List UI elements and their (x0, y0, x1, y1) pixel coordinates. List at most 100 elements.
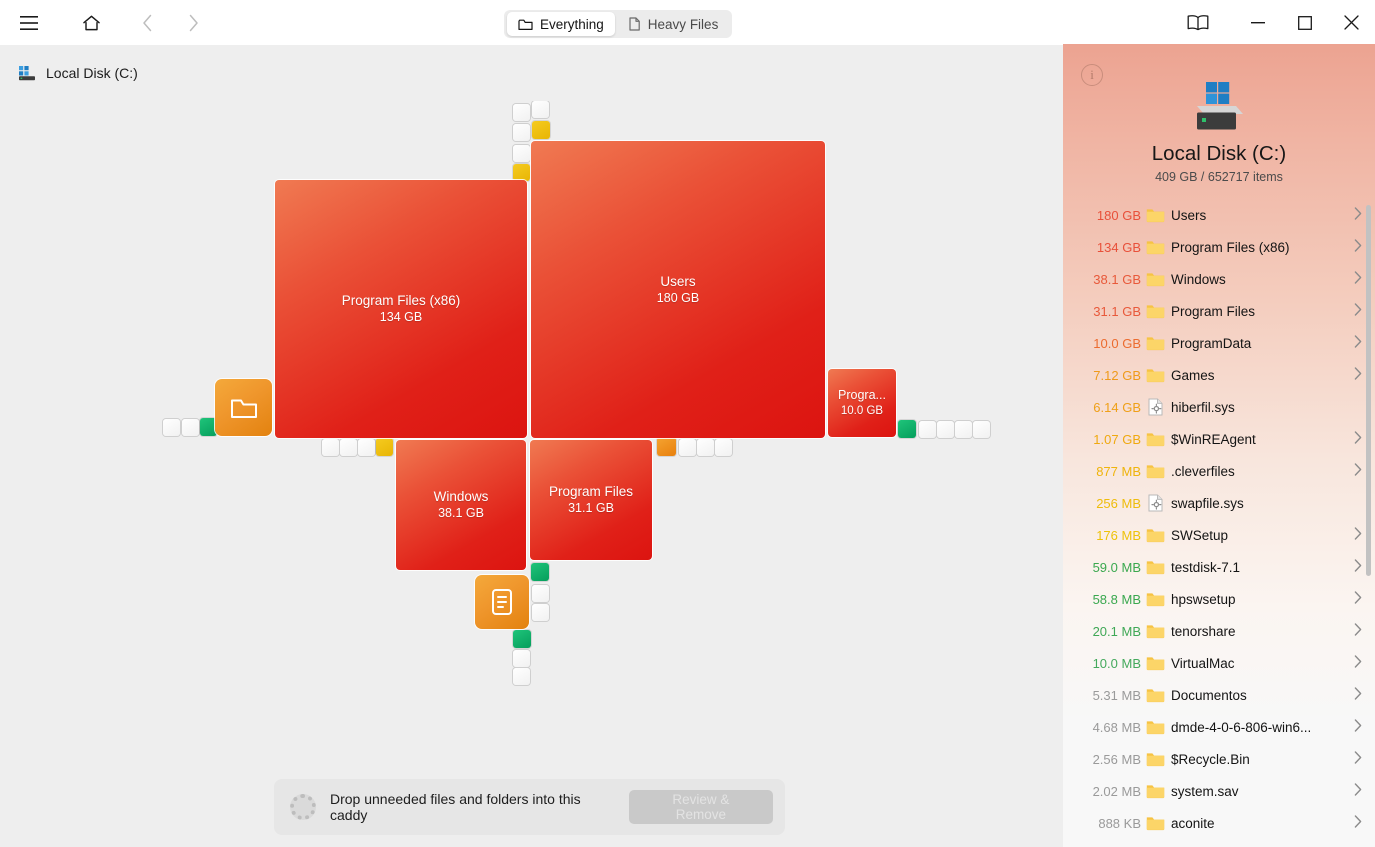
file-list-item[interactable]: 256 MBswapfile.sys (1063, 487, 1375, 519)
treemap-chip[interactable] (679, 439, 696, 456)
treemap-chip[interactable] (513, 124, 530, 141)
chevron-right-icon[interactable] (1351, 687, 1365, 703)
chevron-right-icon[interactable] (1351, 431, 1365, 447)
chevron-right-icon[interactable] (1351, 719, 1365, 735)
treemap-tile[interactable]: Windows38.1 GB (396, 440, 526, 570)
file-list-item[interactable]: 4.68 MBdmde-4-0-6-806-win6... (1063, 711, 1375, 743)
file-list-item[interactable]: 59.0 MBtestdisk-7.1 (1063, 551, 1375, 583)
treemap-chip[interactable] (697, 439, 714, 456)
folder-icon (1146, 751, 1165, 767)
treemap-icon-tile[interactable] (475, 575, 529, 629)
file-list-item[interactable]: 888 KBaconite (1063, 807, 1375, 839)
file-list-item[interactable]: 134 GBProgram Files (x86) (1063, 231, 1375, 263)
forward-button[interactable] (170, 0, 216, 45)
tab-everything[interactable]: Everything (507, 12, 615, 36)
info-icon[interactable]: i (1081, 64, 1103, 86)
treemap-chip[interactable] (531, 563, 549, 581)
minimize-button[interactable] (1234, 0, 1281, 45)
file-list-item[interactable]: 1.07 GB$WinREAgent (1063, 423, 1375, 455)
treemap-chip[interactable] (513, 104, 530, 121)
treemap-icon-tile[interactable] (215, 379, 272, 436)
chevron-right-icon[interactable] (1351, 207, 1365, 223)
chevron-right-icon[interactable] (1351, 783, 1365, 799)
file-name-label: dmde-4-0-6-806-win6... (1171, 720, 1351, 735)
folder-icon (1146, 655, 1165, 671)
chevron-right-icon[interactable] (1351, 367, 1365, 383)
home-button[interactable] (68, 0, 114, 45)
file-list-item[interactable]: 38.1 GBWindows (1063, 263, 1375, 295)
hamburger-menu-button[interactable] (6, 0, 52, 45)
chevron-right-icon[interactable] (1351, 239, 1365, 255)
file-list-item[interactable]: 2.02 MBsystem.sav (1063, 775, 1375, 807)
close-button[interactable] (1328, 0, 1375, 45)
treemap-tile[interactable]: Users180 GB (531, 141, 825, 438)
treemap-tile[interactable]: Program Files31.1 GB (530, 440, 652, 560)
file-list-item[interactable]: 10.0 MBVirtualMac (1063, 647, 1375, 679)
chevron-right-icon[interactable] (1351, 335, 1365, 351)
treemap-chip[interactable] (532, 121, 550, 139)
caddy-dropzone[interactable]: Drop unneeded files and folders into thi… (274, 779, 785, 835)
chevron-right-icon[interactable] (1351, 271, 1365, 287)
file-list-item[interactable]: 6.14 GBhiberfil.sys (1063, 391, 1375, 423)
treemap-chip[interactable] (532, 101, 549, 118)
treemap-chip[interactable] (513, 145, 530, 162)
chevron-right-icon[interactable] (1351, 527, 1365, 543)
back-button[interactable] (124, 0, 170, 45)
chevron-right-icon[interactable] (1351, 591, 1365, 607)
file-list-item[interactable]: 2.56 MB$Recycle.Bin (1063, 743, 1375, 775)
maximize-icon (1298, 16, 1312, 30)
panel-scrollbar[interactable] (1366, 205, 1371, 576)
treemap-canvas[interactable]: Program Files (x86)134 GBUsers180 GBProg… (0, 101, 1063, 847)
treemap-chip[interactable] (163, 419, 180, 436)
treemap-chip[interactable] (322, 439, 339, 456)
treemap-chip[interactable] (937, 421, 954, 438)
treemap-chip[interactable] (513, 164, 530, 181)
file-list-item[interactable]: 58.8 MBhpswsetup (1063, 583, 1375, 615)
file-list-item[interactable]: 877 MB.cleverfiles (1063, 455, 1375, 487)
tab-heavy-files[interactable]: Heavy Files (617, 12, 730, 36)
folder-icon (1141, 367, 1169, 383)
chevron-right-icon[interactable] (1351, 815, 1365, 831)
treemap-chip[interactable] (919, 421, 936, 438)
file-list-item[interactable]: 176 MBSWSetup (1063, 519, 1375, 551)
treemap-chip[interactable] (513, 668, 530, 685)
treemap-chip[interactable] (973, 421, 990, 438)
treemap-chip[interactable] (376, 438, 393, 456)
treemap-tile[interactable]: Program Files (x86)134 GB (275, 180, 527, 438)
nav-controls (0, 0, 216, 45)
treemap-chip[interactable] (955, 421, 972, 438)
treemap-tile[interactable]: Progra...10.0 GB (828, 369, 896, 437)
file-size-label: 7.12 GB (1079, 368, 1141, 383)
chevron-right-icon[interactable] (1351, 623, 1365, 639)
treemap-chip[interactable] (657, 437, 676, 456)
breadcrumb[interactable]: Local Disk (C:) (0, 45, 1063, 101)
review-and-remove-button[interactable]: Review & Remove (629, 790, 773, 824)
treemap-chip[interactable] (898, 420, 916, 438)
file-list[interactable]: 180 GBUsers134 GBProgram Files (x86)38.1… (1063, 199, 1375, 847)
file-size-label: 31.1 GB (1079, 304, 1141, 319)
file-list-item[interactable]: 7.12 GBGames (1063, 359, 1375, 391)
folder-icon (1146, 783, 1165, 799)
chevron-right-icon[interactable] (1351, 655, 1365, 671)
chevron-right-icon[interactable] (1351, 303, 1365, 319)
chevron-right-icon[interactable] (1351, 751, 1365, 767)
treemap-chip[interactable] (340, 439, 357, 456)
treemap-chip[interactable] (513, 630, 531, 648)
treemap-chip[interactable] (532, 604, 549, 621)
treemap-chip[interactable] (715, 439, 732, 456)
treemap-chip[interactable] (532, 585, 549, 602)
file-list-item[interactable]: 31.1 GBProgram Files (1063, 295, 1375, 327)
file-list-item[interactable]: 180 GBUsers (1063, 199, 1375, 231)
chevron-right-icon[interactable] (1351, 463, 1365, 479)
file-list-item[interactable]: 20.1 MBtenorshare (1063, 615, 1375, 647)
treemap-chip[interactable] (358, 439, 375, 456)
treemap-chip[interactable] (513, 650, 530, 667)
chevron-right-icon[interactable] (1351, 559, 1365, 575)
help-book-button[interactable] (1172, 0, 1224, 45)
folder-icon (1141, 527, 1169, 543)
treemap-chip[interactable] (182, 419, 199, 436)
file-list-item[interactable]: 5.31 MBDocumentos (1063, 679, 1375, 711)
file-list-item[interactable]: 10.0 GBProgramData (1063, 327, 1375, 359)
folder-icon (1146, 335, 1165, 351)
maximize-button[interactable] (1281, 0, 1328, 45)
